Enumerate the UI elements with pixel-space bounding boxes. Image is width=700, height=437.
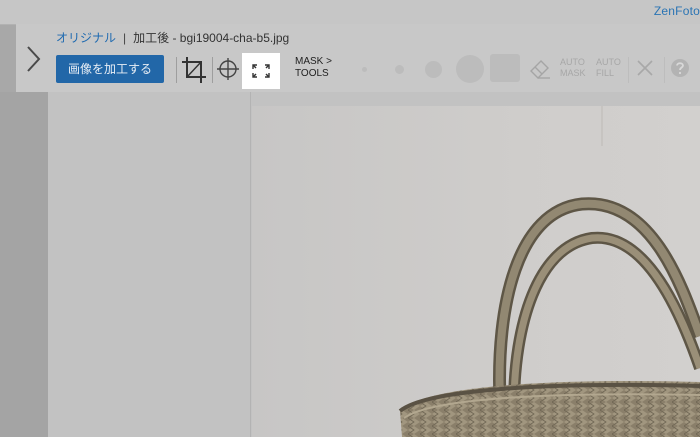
help-button[interactable] [670, 58, 690, 82]
left-gutter [0, 92, 48, 437]
auto-mask-button[interactable]: AUTO MASK [560, 57, 586, 79]
fit-screen-button[interactable] [242, 53, 280, 89]
panel-divider [250, 92, 251, 437]
auto-fill-label: AUTO [596, 57, 621, 67]
chevron-right-icon [27, 46, 41, 72]
toolbar-divider [212, 57, 213, 83]
brush-size-icon[interactable] [425, 61, 442, 78]
expand-panel-button[interactable] [24, 44, 44, 74]
editor-canvas-area [48, 92, 700, 437]
image-preview[interactable] [252, 106, 700, 437]
breadcrumb-current-file: 加工後 - bgi19004-cha-b5.jpg [133, 31, 290, 45]
mask-tools-toggle[interactable]: MASK > TOOLS [295, 56, 332, 80]
breadcrumb-separator: | [123, 31, 127, 45]
mask-tools-label: TOOLS [295, 68, 329, 79]
crop-tool-button[interactable] [181, 56, 207, 88]
auto-fill-button[interactable]: AUTO FILL [596, 57, 621, 79]
auto-mask-label: MASK [560, 68, 586, 78]
help-icon [671, 59, 689, 77]
clear-mask-button[interactable] [636, 59, 654, 81]
brush-size-icon[interactable] [456, 55, 484, 83]
eraser-button[interactable] [528, 57, 552, 83]
brand-logo[interactable]: ZenFoto [654, 4, 700, 18]
auto-mask-label: AUTO [560, 57, 585, 67]
crop-icon [182, 57, 206, 83]
close-icon [637, 60, 653, 76]
auto-fill-label: FILL [596, 68, 615, 78]
top-header: ZenFoto [0, 0, 700, 25]
brush-size-icon[interactable] [362, 67, 367, 72]
brush-size-icon[interactable] [395, 65, 404, 74]
process-image-button[interactable]: 画像を加工する [56, 55, 164, 83]
brush-size-icon[interactable] [490, 54, 520, 82]
toolbar-divider [664, 57, 665, 83]
editor-toolbar: オリジナル | 加工後 - bgi19004-cha-b5.jpg 画像を加工する [16, 24, 700, 93]
fit-screen-icon [252, 64, 270, 78]
center-tool-button[interactable] [217, 57, 239, 85]
crosshair-icon [217, 58, 239, 80]
breadcrumb: オリジナル | 加工後 - bgi19004-cha-b5.jpg [56, 29, 289, 46]
basket-photo [398, 106, 700, 437]
toolbar-divider [176, 57, 177, 83]
toolbar-divider [628, 57, 629, 83]
breadcrumb-original-link[interactable]: オリジナル [56, 31, 116, 45]
eraser-icon [530, 60, 550, 79]
mask-tools-label: MASK > [295, 56, 332, 67]
